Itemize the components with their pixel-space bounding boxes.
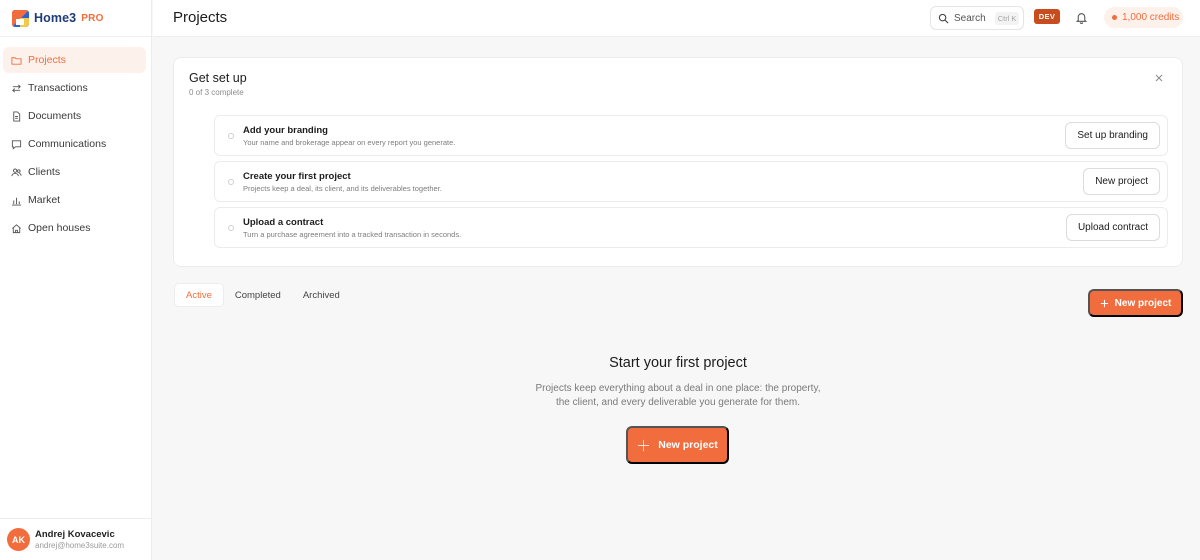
- brand[interactable]: Home3 PRO: [0, 0, 151, 37]
- sidebar-item-label: Communications: [28, 138, 107, 150]
- step-description: Turn a purchase agreement into a tracked…: [243, 230, 462, 239]
- setup-progress: 0 of 3 complete: [189, 88, 244, 97]
- sidebar-item-label: Market: [28, 194, 61, 206]
- project-tabs: Active Completed Archived: [174, 283, 351, 307]
- new-project-button[interactable]: New project: [1088, 289, 1183, 317]
- step-description: Your name and brokerage appear on every …: [243, 138, 456, 147]
- avatar: AK: [7, 528, 30, 551]
- setup-card: Get set up 0 of 3 complete Add your bran…: [173, 57, 1183, 267]
- new-project-label: New project: [1114, 297, 1172, 309]
- page-title: Projects: [173, 9, 228, 26]
- bar-chart-icon: [11, 197, 22, 206]
- sidebar-item-projects[interactable]: Projects: [3, 47, 146, 73]
- brand-tier: PRO: [81, 12, 104, 24]
- close-icon[interactable]: [1154, 73, 1164, 83]
- setup-step-project: Create your first project Projects keep …: [214, 161, 1168, 202]
- plus-icon: [638, 439, 650, 451]
- setup-step-contract: Upload a contract Turn a purchase agreem…: [214, 207, 1168, 248]
- sidebar-item-label: Clients: [28, 166, 61, 178]
- search-shortcut: Ctrl K: [994, 11, 1020, 25]
- step-status-icon: [228, 179, 234, 185]
- document-icon: [13, 110, 21, 122]
- credits-dot-icon: [1112, 15, 1117, 20]
- upload-contract-button[interactable]: Upload contract: [1065, 214, 1160, 241]
- sidebar-item-open-houses[interactable]: Open houses: [3, 215, 146, 241]
- sidebar-item-clients[interactable]: Clients: [3, 159, 146, 185]
- empty-state-description: Projects keep everything about a deal in…: [535, 383, 821, 408]
- sidebar-item-market[interactable]: Market: [3, 187, 146, 213]
- sidebar-item-label: Open houses: [28, 222, 91, 234]
- folder-icon: [11, 56, 22, 65]
- users-icon: [11, 168, 22, 176]
- sidebar-item-communications[interactable]: Communications: [3, 131, 146, 157]
- user-profile[interactable]: AK Andrej Kovacevic andrej@home3suite.co…: [0, 518, 152, 560]
- setup-step-branding: Add your branding Your name and brokerag…: [214, 115, 1168, 156]
- sidebar-item-label: Documents: [28, 110, 82, 122]
- tab-active[interactable]: Active: [174, 283, 224, 307]
- step-title: Upload a contract: [243, 217, 324, 228]
- search-label: Search: [954, 12, 986, 24]
- tab-archived[interactable]: Archived: [292, 283, 351, 307]
- plus-icon: [1100, 299, 1108, 307]
- bell-icon[interactable]: [1075, 11, 1088, 24]
- step-title: Create your first project: [243, 171, 351, 182]
- step-new-project-button[interactable]: New project: [1083, 168, 1160, 195]
- sidebar-item-documents[interactable]: Documents: [3, 103, 146, 129]
- search-icon: [938, 13, 949, 23]
- house-icon: [12, 223, 21, 233]
- empty-state-title: Start your first project: [609, 355, 747, 371]
- brand-name: Home3: [34, 11, 77, 25]
- env-badge: DEV: [1034, 9, 1060, 24]
- search-button[interactable]: Search Ctrl K: [930, 6, 1024, 30]
- step-title: Add your branding: [243, 125, 328, 136]
- top-header: Projects Search Ctrl K DEV 1,000 credits: [153, 0, 1200, 37]
- credits-label: 1,000 credits: [1122, 12, 1180, 23]
- setup-title: Get set up: [189, 71, 247, 85]
- sidebar: Home3 PRO Projects Transactions Document…: [0, 0, 152, 560]
- swap-arrows-icon: [12, 84, 21, 92]
- tab-completed[interactable]: Completed: [224, 283, 292, 307]
- chat-bubble-icon: [11, 139, 22, 150]
- sidebar-item-transactions[interactable]: Transactions: [3, 75, 146, 101]
- step-status-icon: [228, 225, 234, 231]
- user-name: Andrej Kovacevic: [35, 529, 115, 540]
- user-email: andrej@home3suite.com: [35, 541, 125, 550]
- sidebar-item-label: Projects: [28, 54, 66, 66]
- step-status-icon: [228, 133, 234, 139]
- empty-state-new-project-button[interactable]: New project: [626, 426, 729, 464]
- step-description: Projects keep a deal, its client, and it…: [243, 184, 442, 193]
- new-project-label: New project: [658, 439, 718, 451]
- sidebar-nav: Projects Transactions Documents Communic…: [0, 37, 151, 241]
- sidebar-item-label: Transactions: [28, 82, 88, 94]
- set-up-branding-button[interactable]: Set up branding: [1065, 122, 1160, 149]
- home3-logo-icon: [12, 9, 29, 27]
- credits-badge[interactable]: 1,000 credits: [1104, 7, 1183, 28]
